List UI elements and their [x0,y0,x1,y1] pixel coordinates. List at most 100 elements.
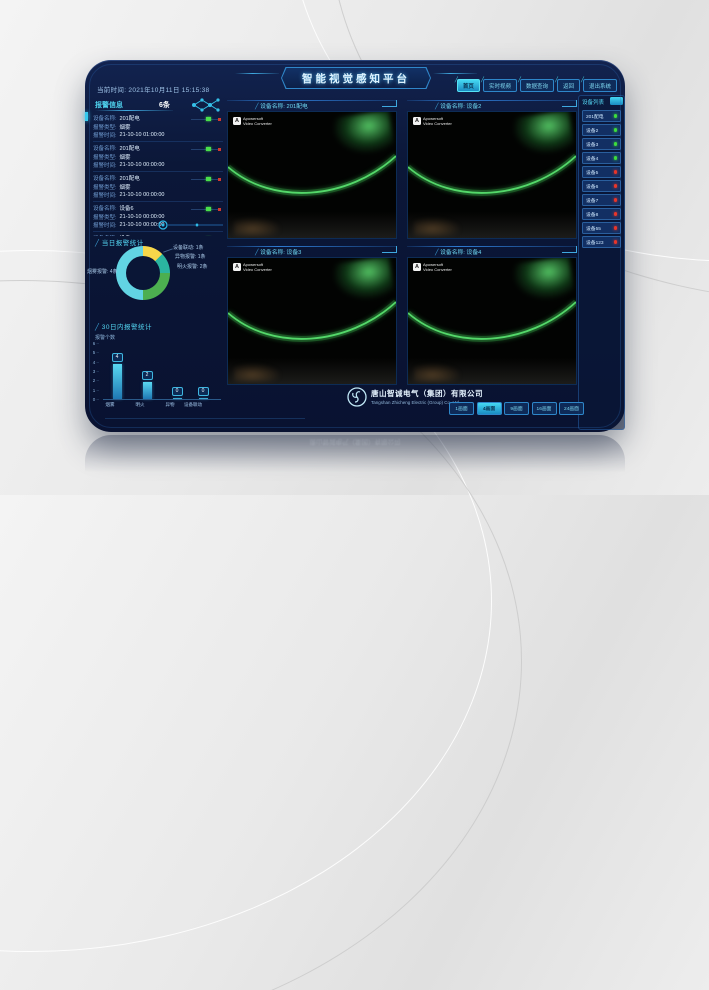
watermark: A Apowersoft Video Converter [233,263,272,272]
alarm-panel-title: 报警信息 [95,100,123,110]
bar-value: 0 [172,387,183,396]
status-dot [614,156,618,160]
device-name: 设备6 [583,183,598,190]
edge-notch-decoration [85,112,88,121]
company-name-cn: 唐山智诚电气（集团）有限公司 [371,388,483,399]
device-item[interactable]: 设备6 [582,180,621,192]
alarm-slider[interactable] [191,207,221,211]
alarm-time-label: 报警时间: [93,191,117,199]
bar-column-linkage: 0 [193,387,213,399]
bar-column-flame: 2 [137,371,157,399]
alarm-entry[interactable]: 设备名称:201配电 报警类型:烟雾 报警时间:21-10-10 00:00:0… [93,173,223,202]
video-equipment-blob [234,218,280,236]
status-dot [614,114,618,118]
device-name: 设备5 [583,169,598,176]
bar-chart: 4 2 0 0 [103,344,221,400]
video-feed[interactable]: A Apowersoft Video Converter [227,111,397,239]
top-navigation: 首页 实时视频 数据查询 返回 退出系统 [457,79,617,92]
watermark: A Apowersoft Video Converter [413,117,452,126]
alarm-slider[interactable] [191,117,221,121]
alarm-type-label: 报警类型: [93,153,117,161]
watermark-logo: A [233,263,241,271]
nav-back-button[interactable]: 返回 [557,79,580,92]
video-equipment-blob [234,364,280,382]
y-tick: 3 [85,369,99,374]
video-feed[interactable]: A Apowersoft Video Converter [407,111,577,239]
status-dot [614,142,618,146]
device-list: 201配电 设备2 设备3 设备4 设备5 设备6 设备7 设备8 设备55 设… [582,110,621,250]
nav-exit-button[interactable]: 退出系统 [583,79,617,92]
bar-column-foreign-object: 0 [167,387,187,399]
reflection-company-text: 唐山智诚电气（集团）有限公司 [85,438,625,448]
screen-9-button[interactable]: 9画面 [504,402,529,415]
alarm-type-value: 烟雾 [120,183,131,191]
nav-home-button[interactable]: 首页 [457,79,480,92]
device-item[interactable]: 201配电 [582,110,621,122]
screen-1-button[interactable]: 1画面 [449,402,474,415]
video-title: 设备名称: 设备2 [435,101,481,110]
alarm-slider[interactable] [191,177,221,181]
y-tick: 4 [85,360,99,365]
video-feed[interactable]: A Apowersoft Video Converter [407,257,577,385]
alarm-time-value: 21-10-10 01:00:00 [120,132,165,138]
video-panel-2: 设备名称: 设备2 A Apowersoft Video Converter [407,98,577,111]
status-dot [614,226,618,230]
device-item[interactable]: 设备8 [582,208,621,220]
screen-24-button[interactable]: 24画面 [559,402,584,415]
label-connector [163,248,173,252]
video-feed[interactable]: A Apowersoft Video Converter [227,257,397,385]
video-header: 设备名称: 设备4 [407,244,577,257]
y-tick: 5 [85,350,99,355]
video-header: 设备名称: 设备3 [227,244,397,257]
pie-label-linkage: 设备联动: 1条 [173,244,204,251]
device-name: 设备7 [583,197,598,204]
alarm-count: 6条 [159,100,170,110]
bar-smoke [113,364,122,399]
alarm-entry[interactable]: 设备名称:设备6 报警类型:明火 [93,233,223,236]
device-item[interactable]: 设备5 [582,166,621,178]
alarm-slider[interactable] [191,147,221,151]
device-name: 设备8 [583,211,598,218]
device-item[interactable]: 设备2 [582,124,621,136]
status-dot [614,128,618,132]
alarm-entry[interactable]: 设备名称:201配电 报警类型:烟雾 报警时间:21-10-10 01:00:0… [93,113,223,142]
y-tick: 2 [85,378,99,383]
panel-reflection: 唐山智诚电气（集团）有限公司 [85,435,625,491]
bar-flame [143,382,152,399]
bar-column-smoke: 4 [107,353,127,399]
status-dot [614,198,618,202]
video-header: 设备名称: 201配电 [227,98,397,111]
device-name: 设备3 [583,141,598,148]
device-item[interactable]: 设备123 [582,236,621,248]
alarm-time-label: 报警时间: [93,161,117,169]
device-item[interactable]: 设备3 [582,138,621,150]
device-item[interactable]: 设备4 [582,152,621,164]
pie-label-smoke: 烟雾报警: 4条 [87,268,118,275]
device-list-title: 设备列表 [582,98,604,106]
device-name-value: 201配电 [120,174,140,182]
watermark-logo: A [413,263,421,271]
device-name-label: 设备名称: [93,174,117,182]
status-dot [614,184,618,188]
nav-live-video-button[interactable]: 实时视频 [483,79,517,92]
device-name-value: 设备6 [120,234,134,236]
watermark: A Apowersoft Video Converter [233,117,272,126]
device-list-tab-button[interactable] [610,97,623,105]
x-label-flame: 明火 [127,402,153,408]
screen-16-button[interactable]: 16画面 [532,402,557,415]
watermark-logo: A [233,117,241,125]
alarm-entry[interactable]: 设备名称:201配电 报警类型:烟雾 报警时间:21-10-10 00:00:0… [93,143,223,172]
device-item[interactable]: 设备55 [582,222,621,234]
watermark-line2: Video Converter [423,122,452,127]
device-item[interactable]: 设备7 [582,194,621,206]
monthly-stats-title: 30日内报警统计 [95,321,152,331]
alarm-type-value: 烟雾 [120,123,131,131]
bar-value: 2 [142,371,153,380]
screen-4-button[interactable]: 4画面 [477,402,502,415]
x-axis-line [103,399,221,400]
device-name: 设备2 [583,127,598,134]
nav-data-query-button[interactable]: 数据查询 [520,79,554,92]
alarm-time-value: 21-10-10 00:00:00 [120,192,165,198]
alarm-type-label: 报警类型: [93,213,117,221]
alarm-type-label: 报警类型: [93,123,117,131]
